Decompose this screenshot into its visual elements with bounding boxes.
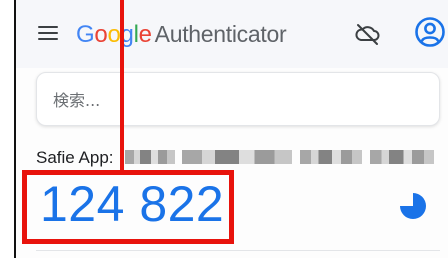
account-circle-icon[interactable] <box>414 16 446 48</box>
redacted-account-name <box>125 150 175 164</box>
brand-letter: o <box>94 21 108 48</box>
account-issuer: Safie App: <box>36 148 114 167</box>
menu-icon[interactable] <box>38 26 58 42</box>
brand-letter: G <box>76 21 95 48</box>
redacted-account-name <box>370 150 434 164</box>
list-divider <box>36 250 440 251</box>
redacted-account-name <box>300 150 362 164</box>
app-bar: Google Authenticator <box>16 0 448 68</box>
product-name: Authenticator <box>154 21 287 47</box>
brand-letter: e <box>138 21 152 48</box>
annotation-highlight-box <box>22 170 234 244</box>
cloud-off-icon[interactable] <box>353 22 381 46</box>
redacted-account-name <box>182 150 292 164</box>
annotation-pointer-line <box>120 0 124 172</box>
brand-letter: o <box>107 21 121 48</box>
countdown-timer-icon <box>400 193 426 219</box>
search-bar[interactable] <box>36 72 440 126</box>
app-title: Google Authenticator <box>76 17 287 51</box>
search-input[interactable] <box>51 83 425 117</box>
